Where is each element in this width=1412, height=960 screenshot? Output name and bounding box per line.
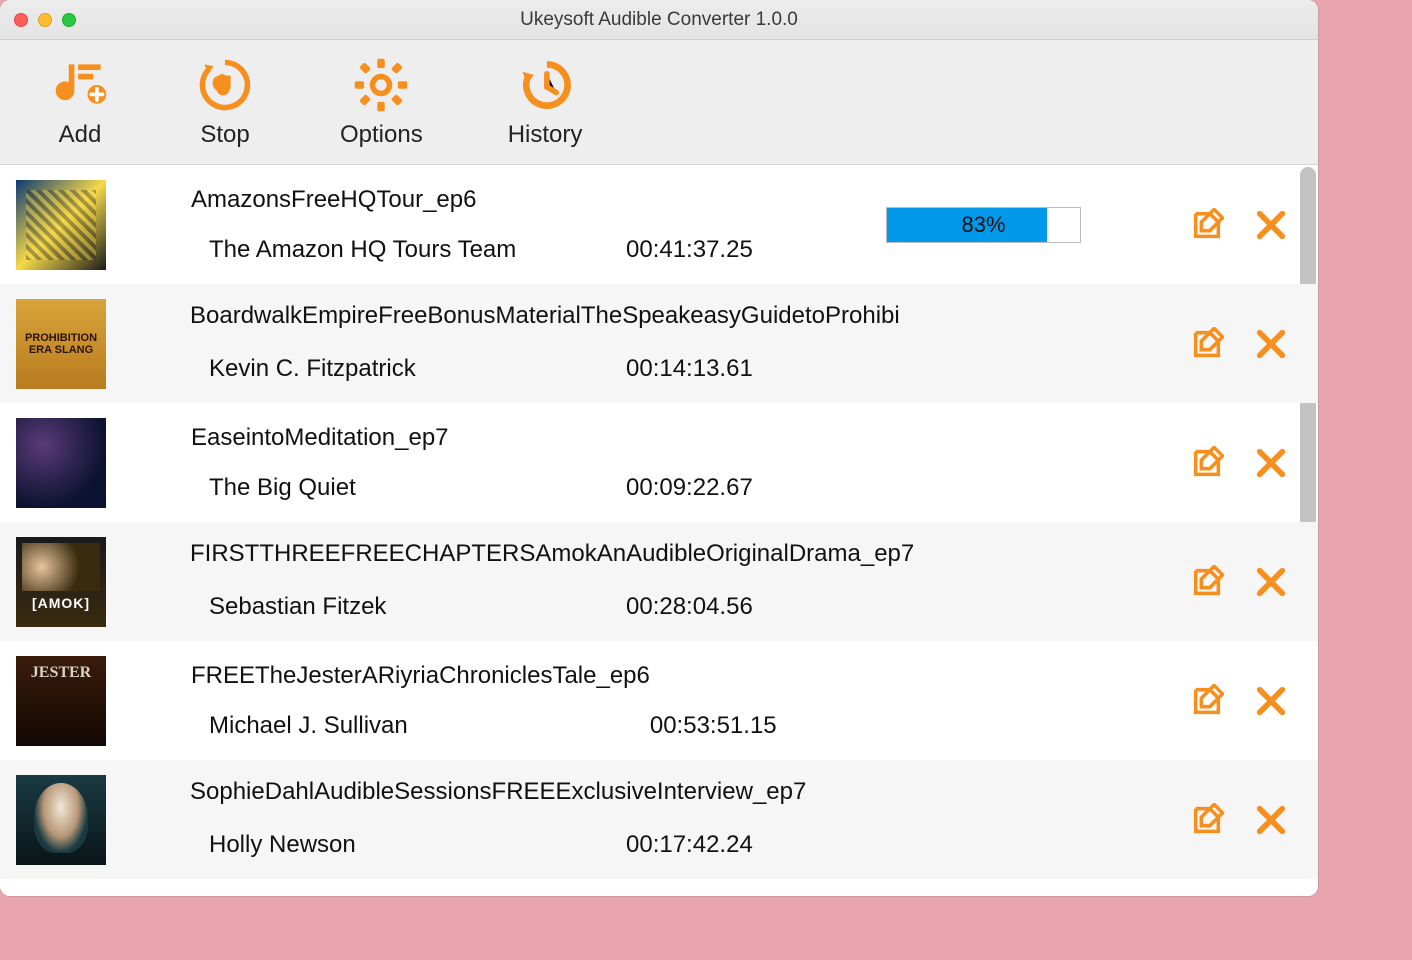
progress-cell: 83%: [886, 207, 1086, 243]
minimize-window-button[interactable]: [38, 13, 52, 27]
item-author: The Big Quiet: [191, 474, 626, 502]
app-window: Ukeysoft Audible Converter 1.0.0 Add Sto…: [0, 0, 1318, 896]
edit-icon[interactable]: [1190, 565, 1224, 599]
options-button[interactable]: Options: [340, 55, 423, 149]
progress-bar: 83%: [886, 207, 1081, 243]
item-info: EaseintoMeditation_ep7 The Big Quiet: [106, 424, 626, 502]
item-title: FIRSTTHREEFREECHAPTERSAmokAnAudibleOrigi…: [190, 540, 914, 568]
maximize-window-button[interactable]: [62, 13, 76, 27]
cover-art: [16, 656, 106, 746]
history-button[interactable]: History: [508, 55, 583, 149]
item-duration: 00:53:51.15: [650, 662, 910, 740]
item-info: FREETheJesterARiyriaChroniclesTale_ep6 M…: [106, 662, 650, 740]
delete-icon[interactable]: [1254, 684, 1288, 718]
edit-icon[interactable]: [1190, 446, 1224, 480]
item-list: AmazonsFreeHQTour_ep6 The Amazon HQ Tour…: [0, 165, 1318, 879]
add-label: Add: [59, 121, 102, 149]
close-window-button[interactable]: [14, 13, 28, 27]
item-author: Holly Newson: [191, 831, 626, 859]
item-author: The Amazon HQ Tours Team: [191, 236, 626, 264]
stop-button[interactable]: Stop: [195, 55, 255, 149]
item-title: BoardwalkEmpireFreeBonusMaterialTheSpeak…: [190, 302, 900, 330]
edit-icon[interactable]: [1190, 208, 1224, 242]
delete-icon[interactable]: [1254, 803, 1288, 837]
delete-icon[interactable]: [1254, 446, 1288, 480]
add-button[interactable]: Add: [50, 55, 110, 149]
cover-art: [16, 299, 106, 389]
toolbar: Add Stop: [0, 40, 1318, 165]
list-item[interactable]: AmazonsFreeHQTour_ep6 The Amazon HQ Tour…: [0, 165, 1318, 284]
list-item[interactable]: EaseintoMeditation_ep7 The Big Quiet 00:…: [0, 403, 1318, 522]
item-actions: [1188, 565, 1318, 599]
stop-convert-icon: [195, 55, 255, 115]
options-label: Options: [340, 121, 423, 149]
cover-art: [16, 180, 106, 270]
edit-icon[interactable]: [1190, 684, 1224, 718]
item-duration: 00:09:22.67: [626, 424, 886, 502]
item-title: AmazonsFreeHQTour_ep6: [191, 186, 626, 214]
item-duration: 00:41:37.25: [626, 186, 886, 264]
delete-icon[interactable]: [1254, 208, 1288, 242]
window-title: Ukeysoft Audible Converter 1.0.0: [0, 9, 1318, 31]
add-music-icon: [50, 55, 110, 115]
titlebar: Ukeysoft Audible Converter 1.0.0: [0, 0, 1318, 40]
delete-icon[interactable]: [1254, 565, 1288, 599]
stop-label: Stop: [200, 121, 249, 149]
item-info: AmazonsFreeHQTour_ep6 The Amazon HQ Tour…: [106, 186, 626, 264]
item-title: SophieDahlAudibleSessionsFREEExclusiveIn…: [190, 778, 806, 806]
item-author: Kevin C. Fitzpatrick: [191, 355, 626, 383]
item-actions: [1188, 803, 1318, 837]
edit-icon[interactable]: [1190, 803, 1224, 837]
item-actions: [1188, 446, 1318, 480]
item-actions: [1188, 684, 1318, 718]
history-label: History: [508, 121, 583, 149]
list-item[interactable]: FIRSTTHREEFREECHAPTERSAmokAnAudibleOrigi…: [0, 522, 1318, 641]
item-actions: [1188, 327, 1318, 361]
list-item[interactable]: SophieDahlAudibleSessionsFREEExclusiveIn…: [0, 760, 1318, 879]
progress-label: 83%: [961, 212, 1005, 238]
cover-art: [16, 775, 106, 865]
delete-icon[interactable]: [1254, 327, 1288, 361]
item-actions: [1188, 208, 1318, 242]
content-area: AmazonsFreeHQTour_ep6 The Amazon HQ Tour…: [0, 165, 1318, 896]
list-item[interactable]: BoardwalkEmpireFreeBonusMaterialTheSpeak…: [0, 284, 1318, 403]
history-icon: [515, 55, 575, 115]
cover-art: [16, 537, 106, 627]
traffic-lights: [14, 13, 76, 27]
edit-icon[interactable]: [1190, 327, 1224, 361]
item-title: EaseintoMeditation_ep7: [191, 424, 626, 452]
gear-icon: [351, 55, 411, 115]
item-title: FREETheJesterARiyriaChroniclesTale_ep6: [191, 662, 650, 690]
list-item[interactable]: FREETheJesterARiyriaChroniclesTale_ep6 M…: [0, 641, 1318, 760]
cover-art: [16, 418, 106, 508]
item-author: Michael J. Sullivan: [191, 712, 650, 740]
item-author: Sebastian Fitzek: [191, 593, 626, 621]
